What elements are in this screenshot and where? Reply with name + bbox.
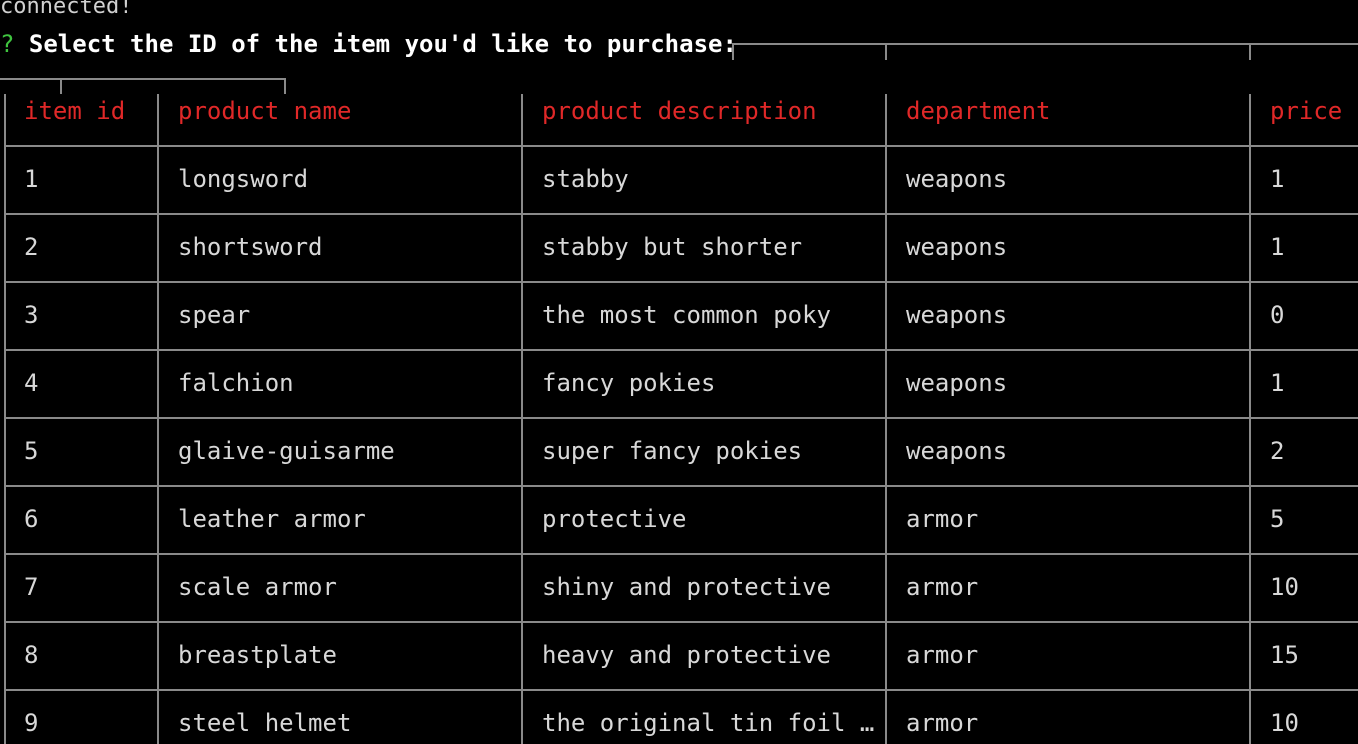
table-cell: spear [178,301,251,329]
question-mark-icon: ? [0,30,15,58]
table-cell: shortsword [178,233,323,261]
terminal-window: connected! ? Select the ID of the item y… [0,0,1358,744]
status-line: connected! [0,0,133,19]
table-cell: 1 [1270,233,1285,261]
column-divider [885,94,887,744]
table-cell: 10 [1270,573,1299,601]
table-cell: the original tin foil … [542,709,875,737]
table-cell: heavy and protective [542,641,831,669]
table-cell: stabby [542,165,629,193]
row-separator [4,553,1358,555]
row-separator [4,281,1358,283]
prompt-question: Select the ID of the item you'd like to … [14,30,737,58]
table-cell: weapons [906,369,1008,397]
table-top-tick [732,43,734,60]
column-divider [4,94,6,744]
table-cell: 1 [1270,165,1285,193]
table-cell: protective [542,505,687,533]
table-cell: 7 [24,573,39,601]
table-cell: 15 [1270,641,1299,669]
table-top-border-right [732,43,1358,45]
table-cell: fancy pokies [542,369,716,397]
column-header: department [906,97,1051,125]
column-divider [1249,94,1251,744]
column-divider [521,94,523,744]
table-cell: 6 [24,505,39,533]
table-cell: 0 [1270,301,1285,329]
table-cell: 2 [1270,437,1285,465]
table-cell: 5 [24,437,39,465]
table-top-tick [885,43,887,60]
table-top-tick [60,78,62,94]
table-cell: 1 [24,165,39,193]
table-top-border-left [0,78,286,80]
table-cell: glaive-guisarme [178,437,395,465]
table-cell: falchion [178,369,294,397]
table-cell: 1 [1270,369,1285,397]
table-cell: weapons [906,233,1008,261]
row-separator [4,213,1358,215]
column-header: product name [178,97,352,125]
row-separator [4,417,1358,419]
table-cell: armor [906,505,979,533]
table-cell: armor [906,641,979,669]
row-separator [4,485,1358,487]
header-separator [4,145,1358,147]
table-cell: scale armor [178,573,337,601]
table-top-tick [1249,43,1251,60]
table-cell: 5 [1270,505,1285,533]
table-cell: 9 [24,709,39,737]
table-cell: 2 [24,233,39,261]
row-separator [4,689,1358,691]
table-cell: armor [906,573,979,601]
row-separator [4,621,1358,623]
column-divider [157,94,159,744]
table-cell: leather armor [178,505,366,533]
row-separator [4,349,1358,351]
column-header: price [1270,97,1343,125]
column-header: item id [24,97,126,125]
table-top-tick [284,78,286,94]
table-cell: armor [906,709,979,737]
table-cell: steel helmet [178,709,352,737]
table-cell: longsword [178,165,309,193]
table-cell: super fancy pokies [542,437,803,465]
table-cell: shiny and protective [542,573,831,601]
table-cell: 4 [24,369,39,397]
table-cell: breastplate [178,641,337,669]
table-cell: stabby but shorter [542,233,803,261]
table-cell: 8 [24,641,39,669]
table-cell: the most common poky [542,301,831,329]
column-header: product description [542,97,817,125]
purchase-prompt: ? Select the ID of the item you'd like t… [0,28,737,60]
table-cell: weapons [906,437,1008,465]
table-cell: weapons [906,301,1008,329]
table-cell: weapons [906,165,1008,193]
table-cell: 3 [24,301,39,329]
table-cell: 10 [1270,709,1299,737]
